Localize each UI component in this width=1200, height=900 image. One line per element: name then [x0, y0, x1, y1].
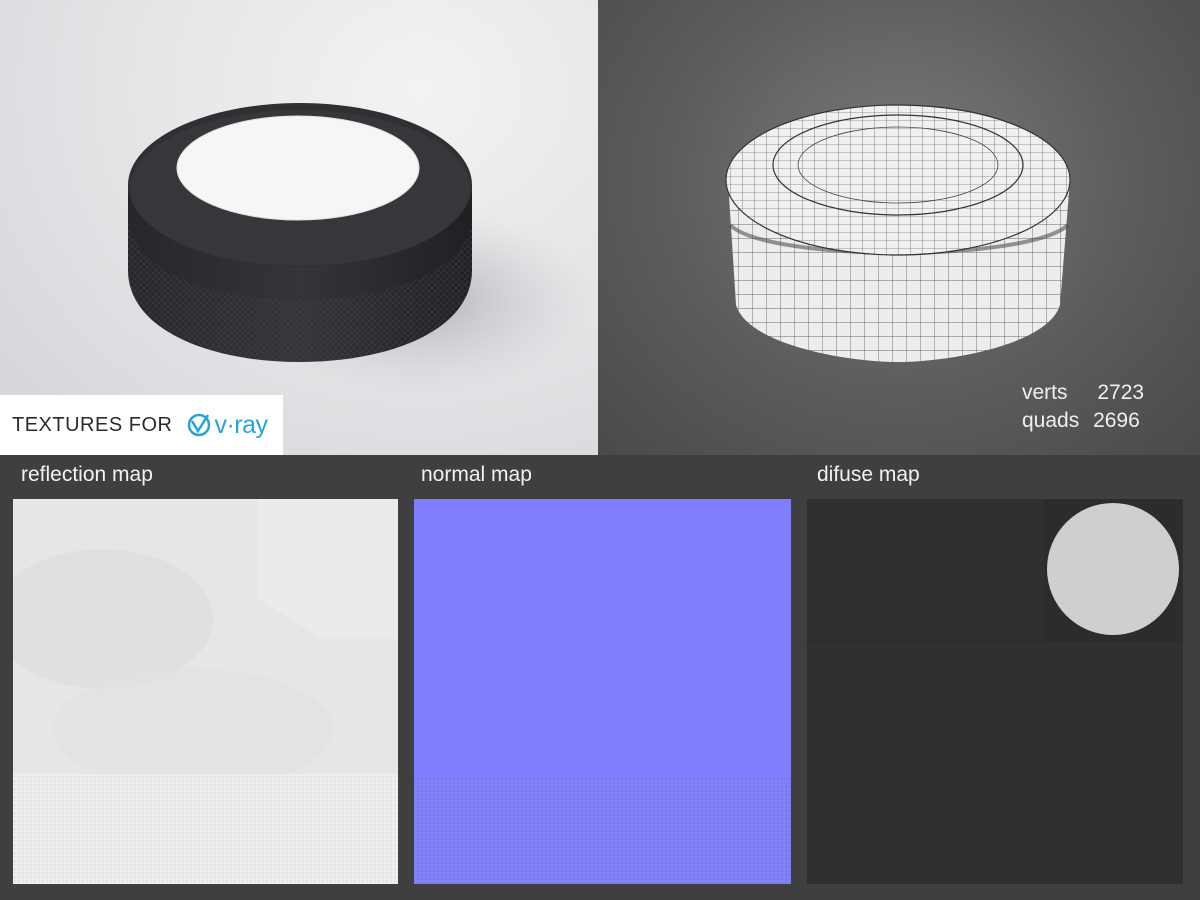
- diffuse-map-texture: [807, 499, 1183, 884]
- wireframe-preview: verts 2723 quads 2696: [598, 0, 1200, 455]
- diffuse-map-image: [807, 499, 1183, 884]
- vray-logo: v·ray: [186, 410, 268, 440]
- quads-label: quads: [1022, 409, 1080, 432]
- quads-value: 2696: [1093, 409, 1140, 432]
- verts-label: verts: [1022, 381, 1068, 404]
- textures-badge: TEXTURES FOR v·ray: [0, 395, 283, 455]
- render-preview: TEXTURES FOR v·ray: [0, 0, 598, 455]
- normal-map-texture: [414, 499, 791, 884]
- verts-value: 2723: [1097, 381, 1145, 404]
- reflection-map-image: [13, 499, 398, 884]
- normal-map-image: [414, 499, 791, 884]
- diffuse-map-label: difuse map: [817, 463, 920, 486]
- normal-map-label: normal map: [421, 463, 532, 486]
- reflection-map-texture: [13, 499, 398, 884]
- quad-count: quads 2696: [1022, 409, 1140, 433]
- rendered-puck-image: [128, 103, 595, 395]
- vray-check-icon: [188, 413, 211, 437]
- badge-label: TEXTURES FOR: [12, 413, 173, 436]
- vray-logo-text: v·ray: [214, 410, 268, 439]
- reflection-map-label: reflection map: [21, 463, 153, 486]
- vertex-count: verts 2723: [1022, 381, 1144, 405]
